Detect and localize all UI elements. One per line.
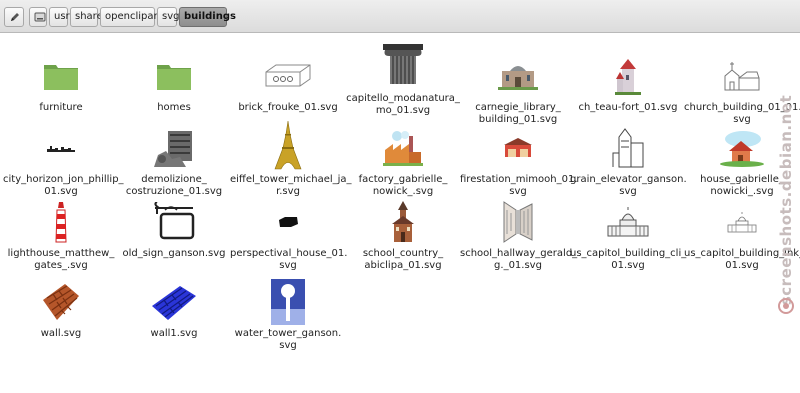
file-item[interactable]: old_sign_ganson.svg (116, 196, 232, 260)
file-item[interactable]: furniture (3, 50, 119, 114)
file-label: eiffel_tower_michael_ja_ r.svg (230, 174, 352, 197)
firestation-icon (504, 138, 532, 157)
file-item[interactable]: demolizione_ costruzione_01.svg (116, 122, 232, 198)
file-item[interactable]: grain_elevator_ganson. svg (570, 122, 687, 198)
blue-wall-icon (152, 286, 196, 320)
hallway-icon (503, 201, 533, 243)
capitol-ink-icon (727, 212, 757, 233)
drive-icon (34, 12, 46, 22)
skyline-icon (47, 146, 75, 152)
file-label: demolizione_ costruzione_01.svg (125, 174, 223, 197)
lighthouse-icon (55, 202, 67, 243)
file-label: grain_elevator_ganson. svg (570, 174, 687, 197)
library-icon (498, 66, 538, 90)
capitol-icon (607, 207, 649, 237)
file-label: brick_frouke_01.svg (238, 102, 338, 113)
file-label: wall1.svg (150, 328, 198, 339)
file-label: lighthouse_matthew_ gates_.svg (7, 248, 115, 271)
file-label: school_country_ abiclipa_01.svg (362, 248, 444, 271)
file-label: water_tower_ganson. svg (234, 328, 342, 351)
file-label: perspectival_house_01. svg (230, 248, 348, 271)
file-item[interactable]: wall1.svg (116, 276, 232, 340)
file-item[interactable]: lighthouse_matthew_ gates_.svg (3, 196, 119, 272)
file-item[interactable]: factory_gabrielle_ nowick_.svg (345, 122, 461, 198)
file-label: school_hallway_gerald_ g._01.svg (460, 248, 578, 271)
file-label: city_horizon_jon_phillip_ 01.svg (3, 174, 124, 197)
file-item[interactable]: brick_frouke_01.svg (230, 50, 346, 114)
root-crumb-button[interactable] (29, 7, 47, 27)
column-capital-icon (383, 44, 423, 84)
crumb-share[interactable]: share (70, 7, 103, 27)
file-label: ch_teau-fort_01.svg (578, 102, 678, 113)
watermark-text: screenshots.debian.net (777, 94, 795, 306)
file-item[interactable]: wall.svg (3, 276, 119, 340)
brick-sketch-icon (265, 64, 311, 87)
crumb-openclipart[interactable]: openclipart (100, 7, 162, 27)
folder-icon (157, 65, 191, 90)
factory-icon (383, 131, 423, 166)
path-bar: usr share openclipart svg buildings (0, 0, 800, 33)
file-label: wall.svg (40, 328, 82, 339)
perspective-house-icon (279, 217, 298, 227)
watermark: screenshots.debian.net (774, 70, 798, 330)
file-label: firestation_mimooh_01. svg (460, 174, 578, 197)
edit-location-button[interactable] (4, 7, 24, 27)
old-sign-icon (154, 202, 195, 240)
water-tower-icon (271, 279, 305, 325)
folder-icon (44, 65, 78, 90)
grain-elevator-icon (612, 128, 644, 168)
demolition-icon (154, 131, 192, 167)
file-item[interactable]: us_capitol_building_cli_ 01.svg (570, 196, 686, 272)
eiffel-tower-icon (274, 120, 302, 170)
house-icon (720, 131, 764, 167)
pencil-icon (11, 13, 19, 21)
file-item[interactable]: capitello_modanatura_ mo_01.svg (345, 41, 461, 117)
file-label: old_sign_ganson.svg (122, 248, 226, 259)
church-icon (724, 62, 760, 91)
file-item[interactable]: water_tower_ganson. svg (230, 276, 346, 352)
file-item[interactable]: homes (116, 50, 232, 114)
file-item[interactable]: eiffel_tower_michael_ja_ r.svg (230, 116, 352, 198)
castle-icon (615, 59, 641, 95)
debian-swirl-icon (778, 298, 794, 314)
file-item[interactable]: perspectival_house_01. svg (230, 196, 348, 272)
file-item[interactable]: carnegie_library_ building_01.svg (460, 50, 576, 126)
file-item[interactable]: firestation_mimooh_01. svg (460, 122, 578, 198)
file-label: homes (157, 102, 191, 113)
file-icon-view: furniture homes brick_frouke_01.svg capi… (0, 36, 800, 393)
file-label: us_capitol_building_cli_ 01.svg (570, 248, 687, 271)
file-item[interactable]: school_hallway_gerald_ g._01.svg (460, 196, 578, 272)
brick-wall-icon (43, 284, 79, 320)
file-item[interactable]: ch_teau-fort_01.svg (570, 50, 686, 114)
crumb-buildings[interactable]: buildings (179, 7, 236, 27)
file-item[interactable]: city_horizon_jon_phillip_ 01.svg (3, 122, 124, 198)
file-label: factory_gabrielle_ nowick_.svg (358, 174, 448, 197)
file-label: furniture (39, 102, 83, 113)
file-item[interactable]: school_country_ abiclipa_01.svg (345, 196, 461, 272)
crumb-svg[interactable]: svg (157, 7, 179, 27)
file-label: capitello_modanatura_ mo_01.svg (346, 93, 460, 116)
crumb-usr[interactable]: usr (49, 7, 70, 27)
school-icon (392, 201, 414, 242)
